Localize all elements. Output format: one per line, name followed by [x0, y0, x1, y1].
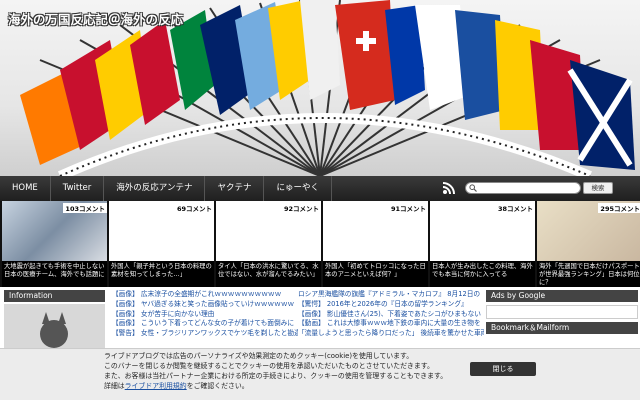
terms-link[interactable]: ライブドア利用規約 [125, 382, 187, 390]
bookmark-header: Bookmark＆Mailform [486, 322, 638, 334]
news-row: 【画像】 女が苦手に向かない理由 【画像】 影山優佳さん(25)、下着姿であたシ… [112, 310, 484, 320]
featured-item[interactable]: 103コメント 大地震が起きても手術を中止しない日本の医療チーム、海外でも話題に [2, 201, 107, 287]
nav-nyuyaku[interactable]: にゅーやく [264, 176, 332, 201]
header-banner: 海外の万国反応記＠海外の反応 [0, 0, 640, 176]
cookie-banner: ライブドアブログでは広告のパーソナライズや効果測定のためクッキー(cookie)… [0, 348, 640, 400]
info-header: Information [4, 290, 105, 302]
right-sidebar: Ads by Google Bookmark＆Mailform [486, 290, 638, 350]
news-link[interactable]: 【画像】 女が苦手に向かない理由 [112, 310, 298, 320]
rss-icon[interactable] [442, 181, 456, 195]
page: 海外の万国反応記＠海外の反応 HOME Twitter 海外の反応アンテナ ヤク… [0, 0, 640, 400]
news-link[interactable]: 【画像】 影山優佳さん(25)、下着姿であたシコがひまもない [298, 310, 484, 320]
comment-count: 38コメント [495, 203, 535, 213]
news-link[interactable]: 【動画】 これは大惨事ｗｗｗ地下鉄の車内に大量の生き物を [298, 319, 484, 329]
comment-count: 91コメント [388, 203, 428, 213]
cookie-line: また、お客様は当社パートナー企業における所定の手続きにより、クッキーの使用を管理… [104, 372, 448, 380]
news-link[interactable]: 【画像】 ヤバ過ぎる妹と笑った画像貼っていけｗｗｗｗｗｗ [112, 300, 298, 310]
news-link[interactable]: 【画像】 こういう下着ってどんな女の子が着けても面倒みに [112, 319, 298, 329]
cookie-text: ライブドアブログでは広告のパーソナライズや効果測定のためクッキー(cookie)… [104, 351, 464, 391]
featured-strip: 103コメント 大地震が起きても手術を中止しない日本の医療チーム、海外でも話題に… [0, 201, 640, 287]
news-row: 【画像】 広末涼子の全盛期がこれｗｗｗｗｗｗｗｗｗｗ ロシア黒海艦隊の旗艦『アド… [112, 290, 484, 300]
news-row: 【警告】 女性・ブラジリアンワックスでケツ毛を剃したと勘違い 「流量しようと思っ… [112, 329, 484, 339]
featured-item[interactable]: 295コメント 海外「先週国で日本だけパスポートが世界最強ランキング」日本は何位… [537, 201, 640, 287]
comment-count: 69コメント [174, 203, 214, 213]
search-input[interactable] [465, 182, 581, 194]
cookie-line: ライブドアブログでは広告のパーソナライズや効果測定のためクッキー(cookie)… [104, 352, 414, 360]
featured-caption: 外国人「親子丼という日本の料理の素材を知ってしまった…」 [109, 261, 214, 287]
news-list: 【画像】 広末涼子の全盛期がこれｗｗｗｗｗｗｗｗｗｗ ロシア黒海艦隊の旗艦『アド… [112, 290, 484, 350]
featured-caption: 外国人「初めてトロッコになった日本のアニメといえば何？」 [323, 261, 428, 287]
nav-yakutena[interactable]: ヤクテナ [205, 176, 265, 201]
nav-home[interactable]: HOME [0, 176, 51, 201]
cookie-line: このバナーを閉じるか閲覧を継続することでクッキーの使用を承認いただいたものとさせ… [104, 362, 434, 370]
news-link[interactable]: ロシア黒海艦隊の旗艦『アドミラル・マカロフ』 8月12日の [298, 290, 484, 300]
comment-count: 295コメント [598, 203, 640, 213]
news-row: 【画像】 こういう下着ってどんな女の子が着けても面倒みに 【動画】 これは大惨事… [112, 319, 484, 329]
news-row: 【画像】 ヤバ過ぎる妹と笑った画像貼っていけｗｗｗｗｗｗ 【驚愕】 2016年と… [112, 300, 484, 310]
featured-caption: 日本人が生み出したこの料理、海外でも本当に何かに入ってる [430, 261, 535, 287]
cat-image [4, 304, 105, 350]
left-sidebar: Information [4, 290, 105, 350]
comment-count: 103コメント [63, 203, 107, 213]
featured-item[interactable]: 38コメント 日本人が生み出したこの料理、海外でも本当に何かに入ってる [430, 201, 535, 287]
featured-item[interactable]: 69コメント 外国人「親子丼という日本の料理の素材を知ってしまった…」 [109, 201, 214, 287]
nav-antenna[interactable]: 海外の反応アンテナ [104, 176, 206, 201]
cookie-suffix: をご確認ください。 [186, 382, 249, 390]
news-link[interactable]: 【警告】 女性・ブラジリアンワックスでケツ毛を剃したと勘違い [112, 329, 298, 339]
news-link[interactable]: 【画像】 広末涼子の全盛期がこれｗｗｗｗｗｗｗｗｗｗ [112, 290, 298, 300]
cookie-close-button[interactable]: 閉じる [470, 362, 536, 376]
site-title[interactable]: 海外の万国反応記＠海外の反応 [8, 9, 183, 28]
comment-count: 92コメント [281, 203, 321, 213]
cookie-prefix: 詳細は [104, 382, 125, 390]
ads-header: Ads by Google [486, 290, 638, 302]
featured-caption: 海外「先週国で日本だけパスポートが世界最強ランキング」日本は何位に？ [537, 261, 640, 287]
nav-twitter[interactable]: Twitter [51, 176, 105, 201]
cookie-line: 詳細はライブドア利用規約をご確認ください。 [104, 381, 464, 391]
featured-item[interactable]: 91コメント 外国人「初めてトロッコになった日本のアニメといえば何？」 [323, 201, 428, 287]
news-link[interactable]: 【驚愕】 2016年と2026年の『日本の留学ランキング』 [298, 300, 484, 310]
ad-slot[interactable] [486, 305, 638, 319]
info-image[interactable] [4, 304, 105, 350]
featured-caption: タイ人「日本の洪水に驚いてる、水位ではない、水が溜んでるみたい」 [216, 261, 321, 287]
featured-caption: 大地震が起きても手術を中止しない日本の医療チーム、海外でも話題に [2, 261, 107, 287]
news-link[interactable]: 「流量しようと思ったら降り口だった」 後続車を驚かせた車両 [298, 329, 484, 339]
featured-item[interactable]: 92コメント タイ人「日本の洪水に驚いてる、水位ではない、水が溜んでるみたい」 [216, 201, 321, 287]
search-icon [469, 184, 477, 192]
search-button[interactable]: 検索 [583, 182, 613, 194]
